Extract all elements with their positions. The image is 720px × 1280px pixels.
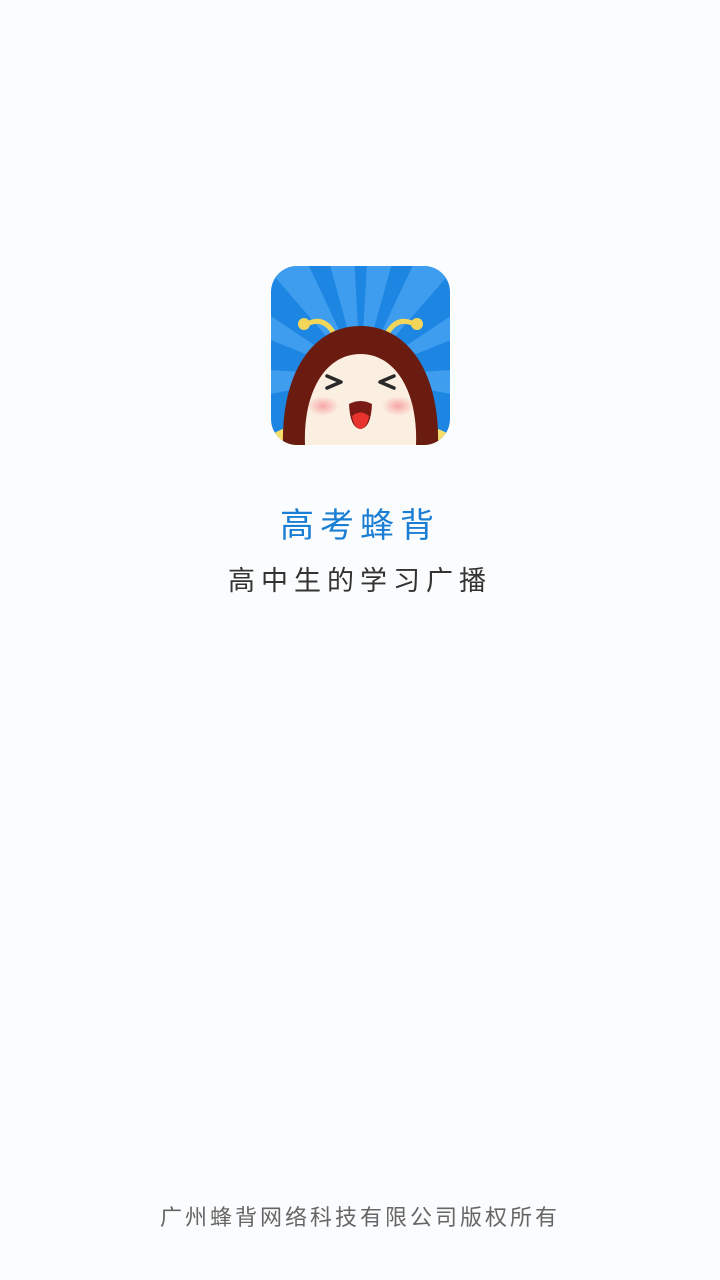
- app-name: 高考蜂背: [280, 506, 440, 546]
- app-slogan: 高中生的学习广播: [228, 566, 492, 597]
- app-logo: [271, 266, 450, 445]
- bee-mascot-icon: [271, 266, 450, 445]
- copyright-notice: 广州蜂背网络科技有限公司版权所有: [159, 1206, 560, 1231]
